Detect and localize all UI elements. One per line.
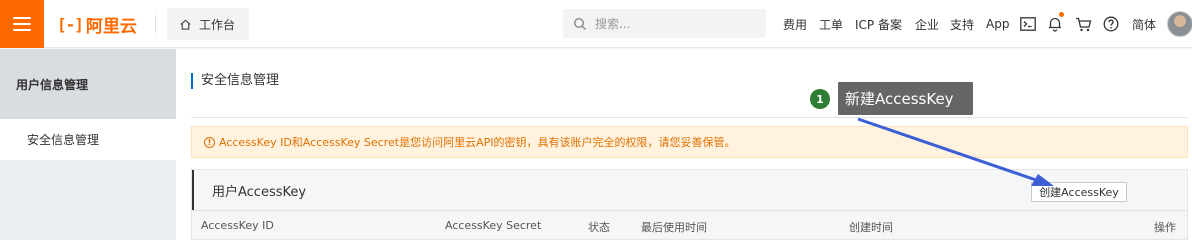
column-header-last-used[interactable]: 最后使用时间 — [641, 219, 707, 235]
avatar[interactable] — [1167, 11, 1192, 37]
workbench-button[interactable]: 工作台 — [167, 8, 249, 40]
title-divider — [191, 117, 1187, 118]
hamburger-menu-icon[interactable] — [0, 0, 44, 48]
search-icon — [573, 17, 586, 30]
step-tooltip: 新建AccessKey — [838, 82, 973, 115]
logo-mark: [-] — [57, 14, 84, 34]
create-accesskey-button[interactable]: 创建AccessKey — [1031, 182, 1127, 202]
notification-dot — [1059, 12, 1064, 17]
nav-fees[interactable]: 费用 — [783, 0, 807, 48]
nav-icp[interactable]: ICP 备案 — [855, 0, 902, 48]
page-title: 安全信息管理 — [191, 73, 279, 89]
aliyun-logo[interactable]: [-] 阿里云 — [57, 12, 137, 37]
language-switcher[interactable]: 简体 — [1132, 0, 1156, 48]
sidebar-item-security-info[interactable]: 安全信息管理 — [0, 119, 176, 160]
nav-tickets-label: 工单 — [819, 17, 844, 32]
sidebar: 用户信息管理 安全信息管理 — [0, 49, 176, 240]
main-content: 安全信息管理 ! AccessKey ID和AccessKey Secret是您… — [176, 49, 1192, 240]
column-header-actions: 操作 — [1154, 221, 1176, 234]
panel-title: 用户AccessKey — [212, 184, 307, 200]
home-icon — [180, 18, 191, 30]
help-icon[interactable] — [1102, 14, 1120, 34]
step-number-badge: 1 — [810, 89, 830, 109]
column-header-status[interactable]: 状态 — [588, 219, 610, 235]
logo-text: 阿里云 — [85, 16, 137, 37]
column-header-accesskey-id[interactable]: AccessKey ID — [201, 219, 274, 232]
logo-divider — [155, 15, 156, 33]
warning-icon: ! — [204, 136, 215, 148]
search-box[interactable] — [563, 9, 766, 38]
nav-icp-label: ICP 备案 — [855, 17, 902, 32]
nav-enterprise[interactable]: 企业 — [915, 0, 939, 48]
nav-support[interactable]: 支持 — [950, 0, 974, 48]
top-navigation-bar: [-] 阿里云 工作台 费用 工单 ICP 备案 企业 支持 App 简体 — [0, 0, 1192, 48]
column-header-created[interactable]: 创建时间 — [849, 219, 893, 235]
warning-banner: ! AccessKey ID和AccessKey Secret是您访问阿里云AP… — [191, 126, 1188, 158]
accesskey-panel: 用户AccessKey 创建AccessKey AccessKey ID Acc… — [191, 169, 1188, 240]
cart-icon[interactable] — [1074, 14, 1092, 34]
language-label: 简体 — [1132, 17, 1157, 32]
search-input[interactable] — [595, 16, 755, 31]
nav-fees-label: 费用 — [783, 17, 808, 32]
bell-icon[interactable] — [1047, 14, 1063, 34]
nav-support-label: 支持 — [950, 17, 975, 32]
nav-enterprise-label: 企业 — [915, 17, 940, 32]
cloud-shell-icon[interactable] — [1019, 14, 1037, 34]
nav-app[interactable]: App — [986, 0, 1009, 48]
workbench-label: 工作台 — [199, 17, 236, 32]
column-header-accesskey-secret[interactable]: AccessKey Secret — [445, 219, 541, 232]
nav-tickets[interactable]: 工单 — [819, 0, 843, 48]
nav-app-label: App — [986, 17, 1010, 31]
sidebar-title: 用户信息管理 — [0, 49, 176, 119]
header-divider — [192, 210, 1187, 211]
warning-text: AccessKey ID和AccessKey Secret是您访问阿里云API的… — [219, 136, 736, 149]
